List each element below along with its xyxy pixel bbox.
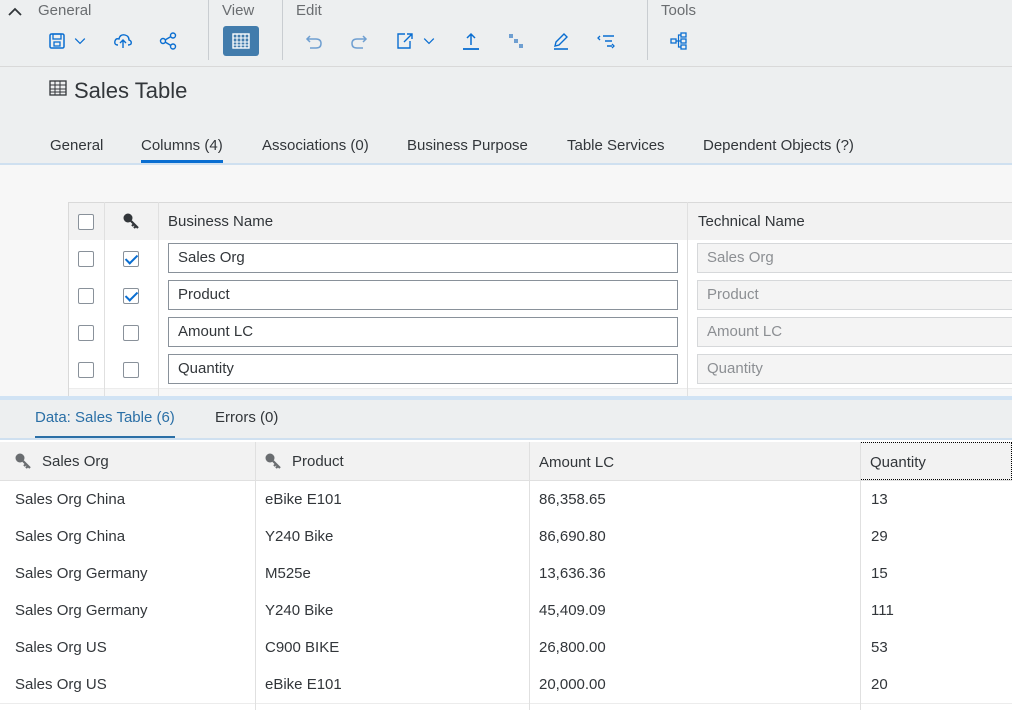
table-row: Quantity Quantity [68, 351, 1012, 389]
table-row: Sales Org Sales Org [68, 240, 1012, 278]
tab-business-purpose[interactable]: Business Purpose [407, 137, 528, 154]
tab-errors[interactable]: Errors (0) [215, 409, 278, 426]
undo-icon[interactable] [303, 28, 325, 54]
business-name-input[interactable]: Amount LC [168, 317, 678, 347]
business-name-input[interactable]: Sales Org [168, 243, 678, 273]
cell-product: Y240 Bike [265, 602, 334, 619]
cell-sales-org: Sales Org Germany [15, 602, 148, 619]
cell-quantity: 111 [871, 602, 894, 619]
cell-sales-org: Sales Org US [15, 639, 107, 656]
cell-amount-lc: 45,409.09 [539, 602, 606, 619]
key-checkbox[interactable] [123, 288, 139, 304]
cell-product: M525e [265, 565, 311, 582]
row-select-checkbox[interactable] [78, 251, 94, 267]
cell-sales-org: Sales Org US [15, 676, 107, 693]
impact-lineage-icon[interactable] [668, 28, 690, 54]
key-checkbox[interactable] [123, 251, 139, 267]
toolbar: General View Edit Tools [0, 0, 1012, 67]
column-divider [529, 442, 530, 710]
chevron-down-icon[interactable] [72, 28, 88, 54]
cell-amount-lc: 86,690.80 [539, 528, 606, 545]
key-icon [265, 453, 281, 469]
header-business-name: Business Name [168, 213, 274, 230]
column-divider [687, 202, 688, 396]
page-title: Sales Table [74, 78, 188, 103]
toolbar-separator [282, 0, 283, 60]
table-row: Product Product [68, 277, 1012, 315]
row-select-checkbox[interactable] [78, 362, 94, 378]
cell-amount-lc: 13,636.36 [539, 565, 606, 582]
business-name-input[interactable]: Product [168, 280, 678, 310]
table-icon [49, 80, 67, 96]
business-name-input[interactable]: Quantity [168, 354, 678, 384]
column-divider [255, 442, 256, 710]
cell-product: Y240 Bike [265, 528, 334, 545]
toolbar-separator [647, 0, 648, 60]
header-technical-name: Technical Name [698, 213, 805, 230]
column-header-amount-lc[interactable]: Amount LC [539, 454, 614, 471]
cell-sales-org: Sales Org China [15, 491, 126, 508]
tab-table-services[interactable]: Table Services [567, 137, 665, 154]
select-all-checkbox[interactable] [78, 214, 94, 230]
text-format-icon[interactable] [595, 28, 617, 54]
tab-columns[interactable]: Columns (4) [141, 137, 223, 163]
table-border [68, 202, 69, 396]
column-header-product[interactable]: Product [292, 453, 344, 470]
column-divider [860, 442, 861, 710]
row-select-checkbox[interactable] [78, 288, 94, 304]
cell-quantity: 53 [871, 639, 888, 656]
deploy-cloud-icon[interactable] [112, 28, 134, 54]
tab-dependent-objects[interactable]: Dependent Objects (?) [703, 137, 854, 154]
hierarchy-icon[interactable] [505, 28, 527, 54]
table-row: Amount LC Amount LC [68, 314, 1012, 352]
focused-cell-outline [860, 442, 1012, 480]
share-icon[interactable] [157, 28, 179, 54]
cell-product: eBike E101 [265, 676, 342, 693]
cell-quantity: 15 [871, 565, 888, 582]
technical-name-field: Product [697, 280, 1012, 310]
chevron-up-icon[interactable] [6, 3, 24, 21]
cell-sales-org: Sales Org China [15, 528, 126, 545]
tab-associations[interactable]: Associations (0) [262, 137, 369, 154]
group-title-view: View [222, 2, 255, 19]
save-icon[interactable] [46, 28, 68, 54]
cell-product: eBike E101 [265, 491, 342, 508]
redo-icon[interactable] [348, 28, 370, 54]
edit-pencil-icon[interactable] [550, 28, 572, 54]
data-tab-underline [0, 438, 1012, 440]
group-title-tools: Tools [661, 2, 697, 19]
tab-general[interactable]: General [50, 137, 103, 154]
key-icon [15, 453, 31, 469]
row-select-checkbox[interactable] [78, 325, 94, 341]
export-icon[interactable] [394, 28, 416, 54]
cell-product: C900 BIKE [265, 639, 340, 656]
technical-name-field: Sales Org [697, 243, 1012, 273]
cell-quantity: 13 [871, 491, 888, 508]
toolbar-separator [208, 0, 209, 60]
column-divider [104, 202, 105, 396]
column-divider [158, 202, 159, 396]
technical-name-field: Quantity [697, 354, 1012, 384]
group-title-edit: Edit [296, 2, 322, 19]
cell-amount-lc: 26,800.00 [539, 639, 606, 656]
chevron-down-icon[interactable] [421, 28, 437, 54]
cell-amount-lc: 20,000.00 [539, 676, 606, 693]
cell-sales-org: Sales Org Germany [15, 565, 148, 582]
technical-name-field: Amount LC [697, 317, 1012, 347]
cell-quantity: 20 [871, 676, 888, 693]
table-view-icon[interactable] [223, 26, 259, 56]
upload-icon[interactable] [460, 28, 482, 54]
group-title-general: General [38, 2, 92, 19]
key-checkbox[interactable] [123, 362, 139, 378]
cell-amount-lc: 86,358.65 [539, 491, 606, 508]
cell-quantity: 29 [871, 528, 888, 545]
tab-data-preview[interactable]: Data: Sales Table (6) [35, 409, 175, 439]
key-icon [123, 213, 139, 229]
column-header-sales-org[interactable]: Sales Org [42, 453, 109, 470]
key-checkbox[interactable] [123, 325, 139, 341]
